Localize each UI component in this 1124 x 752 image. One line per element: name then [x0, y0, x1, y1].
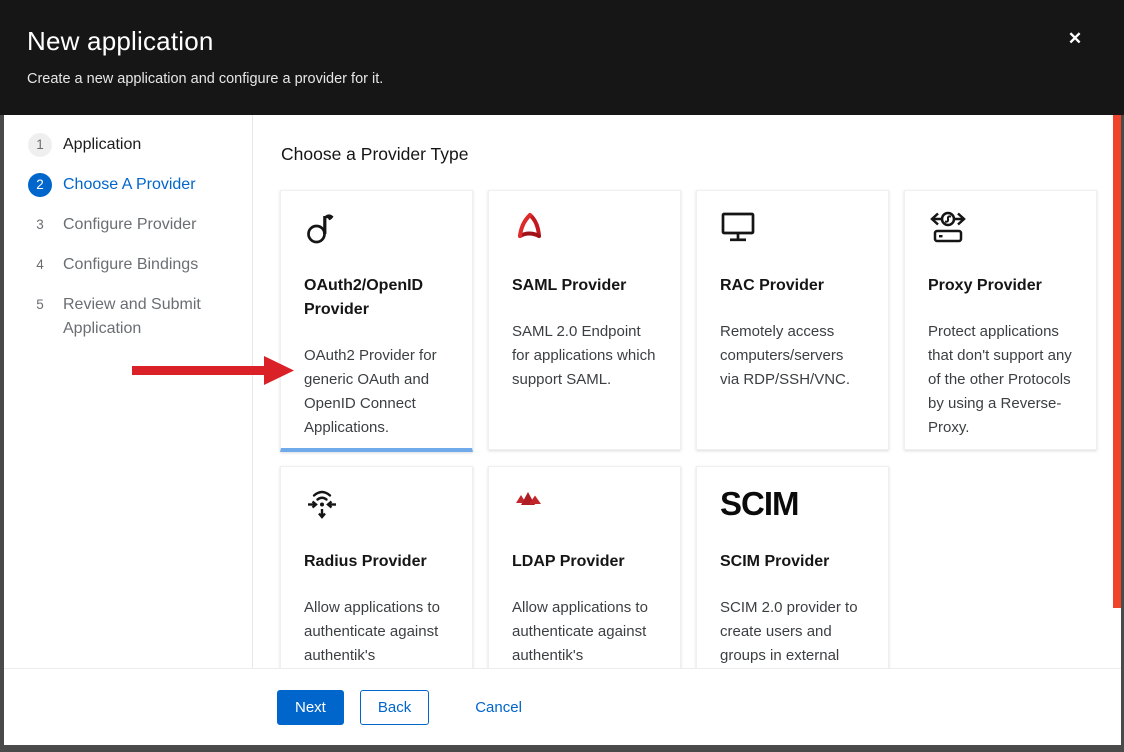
next-button[interactable]: Next	[277, 690, 344, 725]
radius-icon	[304, 486, 449, 522]
step-number-badge: 2	[28, 173, 52, 197]
step-label: Application	[63, 133, 141, 157]
cancel-button[interactable]: Cancel	[475, 699, 522, 716]
provider-card-description: Allow applications to authenticate again…	[304, 596, 449, 668]
provider-card-radius[interactable]: Radius Provider Allow applications to au…	[280, 466, 473, 668]
wizard-step-configure-provider[interactable]: 3 Configure Provider	[28, 213, 252, 237]
provider-card-description: Protect applications that don't support …	[928, 320, 1073, 440]
step-number-badge: 3	[28, 213, 52, 237]
step-number-badge: 1	[28, 133, 52, 157]
step-label: Review and Submit Application	[63, 293, 251, 341]
step-number-badge: 5	[28, 293, 52, 317]
saml-icon	[512, 210, 657, 246]
provider-card-description: SCIM 2.0 provider to create users and gr…	[720, 596, 865, 668]
monitor-icon	[720, 210, 865, 246]
step-label: Choose A Provider	[63, 173, 196, 197]
step-label: Configure Provider	[63, 213, 196, 237]
step-number-badge: 4	[28, 253, 52, 277]
modal-title: New application	[27, 26, 1096, 57]
provider-card-description: Allow applications to authenticate again…	[512, 596, 657, 668]
provider-card-description: SAML 2.0 Endpoint for applications which…	[512, 320, 657, 392]
provider-card-saml[interactable]: SAML Provider SAML 2.0 Endpoint for appl…	[488, 190, 681, 450]
wizard-step-configure-bindings[interactable]: 4 Configure Bindings	[28, 253, 252, 277]
wizard-step-application[interactable]: 1 Application	[28, 133, 252, 157]
panel-heading: Choose a Provider Type	[281, 144, 1121, 165]
provider-cards-grid: OAuth2/OpenID Provider OAuth2 Provider f…	[280, 190, 1121, 668]
provider-card-description: OAuth2 Provider for generic OAuth and Op…	[304, 344, 449, 440]
back-button[interactable]: Back	[360, 690, 429, 725]
annotation-arrow-icon	[130, 353, 296, 387]
provider-card-title: RAC Provider	[720, 274, 865, 298]
wizard-step-review-submit[interactable]: 5 Review and Submit Application	[28, 293, 252, 341]
close-icon[interactable]: ✕	[1062, 26, 1088, 52]
ldap-mountains-icon	[512, 486, 657, 522]
provider-card-title: Radius Provider	[304, 550, 449, 574]
provider-card-title: LDAP Provider	[512, 550, 657, 574]
provider-card-scim[interactable]: SCIM SCIM Provider SCIM 2.0 provider to …	[696, 466, 889, 668]
provider-card-rac[interactable]: RAC Provider Remotely access computers/s…	[696, 190, 889, 450]
wizard-footer: Next Back Cancel	[4, 668, 1121, 745]
wizard-step-choose-provider[interactable]: 2 Choose A Provider	[28, 173, 252, 197]
provider-card-title: SAML Provider	[512, 274, 657, 298]
provider-card-title: Proxy Provider	[928, 274, 1073, 298]
provider-type-panel: Choose a Provider Type OAuth2/OpenID Pro…	[254, 115, 1121, 668]
modal-header: New application Create a new application…	[0, 0, 1124, 115]
proxy-icon	[928, 210, 1073, 246]
step-label: Configure Bindings	[63, 253, 198, 277]
modal-body: 1 Application 2 Choose A Provider 3 Conf…	[4, 115, 1121, 745]
provider-card-title: OAuth2/OpenID Provider	[304, 274, 449, 322]
provider-card-ldap[interactable]: LDAP Provider Allow applications to auth…	[488, 466, 681, 668]
provider-card-proxy[interactable]: Proxy Provider Protect applications that…	[904, 190, 1097, 450]
provider-card-description: Remotely access computers/servers via RD…	[720, 320, 865, 392]
scrollbar[interactable]	[1113, 115, 1121, 608]
provider-card-title: SCIM Provider	[720, 550, 865, 574]
scim-wordmark: SCIM	[720, 486, 799, 522]
modal-subtitle: Create a new application and configure a…	[27, 71, 1096, 87]
scim-logo: SCIM	[720, 486, 865, 522]
wizard-nav: 1 Application 2 Choose A Provider 3 Conf…	[4, 115, 253, 668]
provider-card-oauth2-openid[interactable]: OAuth2/OpenID Provider OAuth2 Provider f…	[280, 190, 473, 452]
backdrop: { "modal": { "title": "New application",…	[0, 0, 1124, 752]
openid-icon	[304, 210, 449, 246]
